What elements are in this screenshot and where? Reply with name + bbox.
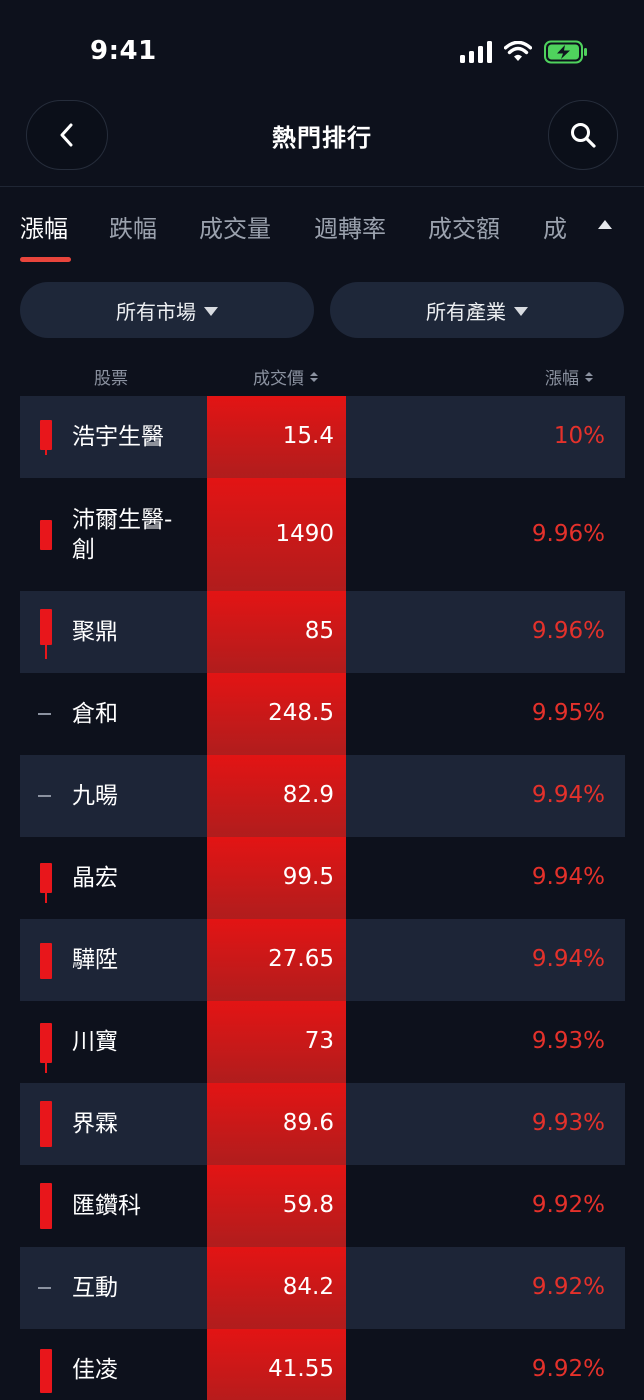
price-cell: 73 xyxy=(207,1001,346,1083)
flat-candle-icon xyxy=(38,795,51,797)
caret-down-icon xyxy=(204,306,218,316)
search-button[interactable] xyxy=(548,100,618,170)
price-cell: 59.8 xyxy=(207,1165,346,1247)
industry-filter-label: 所有產業 xyxy=(426,299,506,324)
stock-price: 82.9 xyxy=(282,782,334,808)
stock-name: 驊陞 xyxy=(72,947,118,973)
stock-price: 84.2 xyxy=(282,1274,334,1300)
stock-price: 15.4 xyxy=(282,423,334,449)
cellular-signal-icon xyxy=(460,41,492,63)
price-cell: 1490 xyxy=(207,478,346,591)
market-filter-label: 所有市場 xyxy=(116,299,196,324)
active-tab-indicator xyxy=(20,257,71,262)
table-row[interactable]: 沛爾生醫- 創 1490 9.96% xyxy=(20,478,625,591)
stock-price: 248.5 xyxy=(268,700,334,726)
table-row[interactable]: 互動 84.2 9.92% xyxy=(20,1247,625,1329)
flat-candle-icon xyxy=(38,713,51,715)
status-bar: 9:41 xyxy=(0,0,644,100)
battery-charging-icon xyxy=(544,40,587,64)
price-cell: 89.6 xyxy=(207,1083,346,1165)
price-cell: 99.5 xyxy=(207,837,346,919)
stock-price: 27.65 xyxy=(268,946,334,972)
price-change-percent: 9.94% xyxy=(531,946,605,972)
stock-name: 互動 xyxy=(72,1275,118,1301)
price-cell: 248.5 xyxy=(207,673,346,755)
stock-name: 沛爾生醫- 創 xyxy=(72,506,173,563)
caret-down-icon xyxy=(514,306,528,316)
flat-candle-icon xyxy=(38,1287,51,1289)
price-change-percent: 9.93% xyxy=(531,1028,605,1054)
stock-name: 聚鼎 xyxy=(72,619,118,645)
tab-turnover-value[interactable]: 成交額 xyxy=(428,209,500,244)
column-header-stock: 股票 xyxy=(94,364,128,389)
stock-name: 倉和 xyxy=(72,701,118,727)
stock-name: 浩宇生醫 xyxy=(72,424,164,450)
price-change-percent: 9.92% xyxy=(531,1356,605,1382)
nav-bar: 熱門排行 xyxy=(0,100,644,186)
stock-price: 59.8 xyxy=(282,1192,334,1218)
stock-name: 界霖 xyxy=(72,1111,118,1137)
price-change-percent: 9.93% xyxy=(531,1110,605,1136)
table-row[interactable]: 川寶 73 9.93% xyxy=(20,1001,625,1083)
price-change-percent: 9.94% xyxy=(531,782,605,808)
tab-losers[interactable]: 跌幅 xyxy=(109,209,157,244)
stock-price: 73 xyxy=(304,1028,334,1054)
tab-more[interactable]: 成 xyxy=(543,209,567,244)
stock-name: 晶宏 xyxy=(72,865,118,891)
table-row[interactable]: 晶宏 99.5 9.94% xyxy=(20,837,625,919)
stock-name: 九暘 xyxy=(72,783,118,809)
stock-price: 89.6 xyxy=(282,1110,334,1136)
table-row[interactable]: 倉和 248.5 9.95% xyxy=(20,673,625,755)
price-change-percent: 10% xyxy=(553,423,605,449)
price-change-percent: 9.95% xyxy=(531,700,605,726)
price-cell: 82.9 xyxy=(207,755,346,837)
sort-icon xyxy=(310,371,318,382)
wifi-icon xyxy=(504,41,532,61)
table-row[interactable]: 匯鑽科 59.8 9.92% xyxy=(20,1165,625,1247)
tab-gainers[interactable]: 漲幅 xyxy=(20,209,68,244)
tab-turnover-rate[interactable]: 週轉率 xyxy=(314,209,386,244)
table-row[interactable]: 九暘 82.9 9.94% xyxy=(20,755,625,837)
price-cell: 41.55 xyxy=(207,1329,346,1400)
price-change-percent: 9.96% xyxy=(531,618,605,644)
collapse-tabs-icon[interactable] xyxy=(598,220,612,229)
table-row[interactable]: 驊陞 27.65 9.94% xyxy=(20,919,625,1001)
table-row[interactable]: 聚鼎 85 9.96% xyxy=(20,591,625,673)
stock-price: 1490 xyxy=(275,520,334,547)
sort-icon xyxy=(585,371,593,382)
stock-price: 85 xyxy=(304,618,334,644)
price-cell: 27.65 xyxy=(207,919,346,1001)
column-header-stock-label: 股票 xyxy=(94,369,128,389)
status-icons xyxy=(460,38,588,66)
stock-name: 匯鑽科 xyxy=(72,1193,141,1219)
column-header-price[interactable]: 成交價 xyxy=(253,364,318,389)
column-header-change-label: 漲幅 xyxy=(545,369,579,389)
price-change-percent: 9.92% xyxy=(531,1192,605,1218)
table-row[interactable]: 界霖 89.6 9.93% xyxy=(20,1083,625,1165)
price-cell: 85 xyxy=(207,591,346,673)
stock-name: 川寶 xyxy=(72,1029,118,1055)
column-header-price-label: 成交價 xyxy=(253,369,304,389)
price-cell: 84.2 xyxy=(207,1247,346,1329)
price-change-percent: 9.96% xyxy=(531,520,605,547)
column-header-change[interactable]: 漲幅 xyxy=(545,364,593,389)
stock-name: 佳凌 xyxy=(72,1357,118,1383)
table-row[interactable]: 佳凌 41.55 9.92% xyxy=(20,1329,625,1400)
search-icon xyxy=(571,123,596,148)
price-change-percent: 9.94% xyxy=(531,864,605,890)
tab-bar: 漲幅 跌幅 成交量 週轉率 成交額 成 xyxy=(0,187,644,267)
price-cell: 15.4 xyxy=(207,396,346,478)
tab-volume[interactable]: 成交量 xyxy=(199,209,271,244)
stock-price: 99.5 xyxy=(282,864,334,890)
stock-price: 41.55 xyxy=(268,1356,334,1382)
table-row[interactable]: 浩宇生醫 15.4 10% xyxy=(20,396,625,478)
industry-filter-dropdown[interactable]: 所有產業 xyxy=(330,282,624,338)
market-filter-dropdown[interactable]: 所有市場 xyxy=(20,282,314,338)
price-change-percent: 9.92% xyxy=(531,1274,605,1300)
status-time: 9:41 xyxy=(90,36,157,66)
